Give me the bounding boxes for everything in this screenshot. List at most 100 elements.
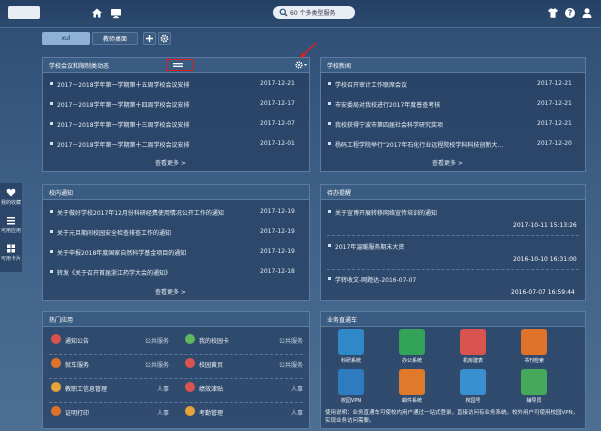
item-title[interactable]: 2017年温暖服务期末大资 xyxy=(335,242,404,251)
item-title[interactable]: 关于做好学校2017年12月份科研经费使用情况公开工作的通知 xyxy=(57,208,224,217)
list-item[interactable]: 学校召开审计工作联席会议 2017-12-21 xyxy=(321,79,585,89)
monitor-icon[interactable] xyxy=(110,7,122,19)
office-icon xyxy=(399,329,425,355)
app-item[interactable]: 绩效津贴 人事 xyxy=(185,382,303,394)
list-item[interactable]: 2017－2018学年第一学期第十二周学校会议安排 2017-12-01 xyxy=(43,139,309,149)
item-title[interactable]: 2017－2018学年第一学期第十三周学校会议安排 xyxy=(57,120,190,129)
app-item[interactable]: 我的校园卡 公共服务 xyxy=(185,334,303,346)
notices-panel: 校内通知 关于做好学校2017年12月份科研经费使用情况公开工作的通知 2017-… xyxy=(42,184,310,301)
research-icon xyxy=(338,329,364,355)
plus-icon xyxy=(146,35,153,42)
item-title[interactable]: 2017－2018学年第一学期第十二周学校会议安排 xyxy=(57,140,190,149)
app-name: 我的校园卡 xyxy=(199,338,230,345)
bullet xyxy=(50,210,53,213)
app-item[interactable]: 教职工信息管理 人事 xyxy=(51,382,169,394)
panel-header: 业务直通车 xyxy=(321,312,585,327)
item-title[interactable]: 杨码工程学院举行“2017年石化行业远程院校学科科技创新大... xyxy=(335,140,503,149)
bullet xyxy=(50,82,53,85)
panel-title: 学校会议和限制类动态 xyxy=(49,63,110,70)
item-title[interactable]: 学转收文-网题达-2016-07-07 xyxy=(335,275,416,284)
list-item[interactable]: 2017－2018学年第一学期第十三周学校会议安排 2017-12-07 xyxy=(43,119,309,129)
list-item[interactable]: 2017年温暖服务期末大资 xyxy=(321,241,585,251)
sidebar-item-available-apps[interactable]: 可用应用 xyxy=(0,216,22,234)
sidebar-item-favorites[interactable]: 我的收藏 xyxy=(0,188,22,206)
item-title[interactable]: 转发《关于召开首届浙江药学大会的通知》 xyxy=(57,268,171,277)
car-icon xyxy=(51,358,61,368)
clock-icon xyxy=(185,406,195,416)
item-title[interactable]: 关于宣博开展转移网络宣传培训的通知 xyxy=(335,208,437,217)
app-name: 通知公告 xyxy=(65,338,90,345)
app-item[interactable]: 就车服务 公共服务 xyxy=(51,358,169,370)
tile-label: 校园号 xyxy=(465,398,481,404)
view-more-link[interactable]: 查看更多 > xyxy=(432,158,463,167)
list-item[interactable]: 关于元旦期间校园安全检查排查工作的通知 2017-12-19 xyxy=(43,227,309,237)
express-tile[interactable]: 办公系统 xyxy=(392,329,432,364)
search-label: 60 个多类型服务 xyxy=(290,10,336,17)
user-icon[interactable] xyxy=(581,7,593,19)
app-item[interactable]: 证明打印 人事 xyxy=(51,406,169,418)
home-icon[interactable] xyxy=(91,7,103,19)
item-title[interactable]: 2017－2018学年第一学期第十五周学校会议安排 xyxy=(57,80,190,89)
express-tile[interactable]: 邮件系统 xyxy=(392,369,432,404)
list-item[interactable]: 2017－2018学年第一学期第十四周学校会议安排 2017-12-17 xyxy=(43,99,309,109)
item-date: 2017-12-20 xyxy=(537,140,572,147)
notice-icon xyxy=(51,334,61,344)
list-item[interactable]: 关于做好学校2017年12月份科研经费使用情况公开工作的通知 2017-12-19 xyxy=(43,207,309,217)
bullet xyxy=(50,122,53,125)
item-title[interactable]: 关于元旦期间校园安全检查排查工作的通知 xyxy=(57,228,171,237)
item-title[interactable]: 2017－2018学年第一学期第十四周学校会议安排 xyxy=(57,100,190,109)
gear-icon xyxy=(160,34,169,43)
tab-settings-button[interactable] xyxy=(158,32,171,45)
view-more-link[interactable]: 查看更多 > xyxy=(155,287,186,296)
item-date: 2017-12-19 xyxy=(260,228,295,235)
list-item[interactable]: 关于申报2018年度国家自然科学基金项目的通知 2017-12-19 xyxy=(43,247,309,257)
panel-header: 校内通知 xyxy=(43,185,309,200)
express-tile[interactable]: 校园号 xyxy=(453,369,493,404)
counselor-icon xyxy=(521,369,547,395)
help-icon[interactable]: ? xyxy=(564,7,576,19)
item-date: 2016-10-10 16:31:00 xyxy=(513,256,577,263)
view-more-link[interactable]: 查看更多 > xyxy=(155,158,186,167)
left-sidebar: 我的收藏 可用应用 可用卡片 xyxy=(0,183,22,272)
item-title[interactable]: 学校召开审计工作联席会议 xyxy=(335,80,407,89)
list-item[interactable]: 我校获得宁波市第四届社会科学研究奖项 2017-12-21 xyxy=(321,119,585,129)
sidebar-item-available-cards[interactable]: 可用卡片 xyxy=(0,244,22,262)
app-category: 人事 xyxy=(156,386,169,393)
sidebar-item-label: 可用卡片 xyxy=(0,256,21,262)
panel-settings-icon[interactable] xyxy=(294,60,309,70)
tile-label: 机房建表 xyxy=(462,358,483,364)
print-icon xyxy=(51,406,61,416)
express-tile[interactable]: 机房建表 xyxy=(453,329,493,364)
list-item[interactable]: 学转收文-网题达-2016-07-07 xyxy=(321,274,585,284)
tshirt-icon[interactable] xyxy=(547,7,559,19)
item-date: 2017-12-21 xyxy=(537,100,572,107)
item-title[interactable]: 关于申报2018年度国家自然科学基金项目的通知 xyxy=(57,248,186,257)
panel-title: 校内通知 xyxy=(49,190,74,197)
bullet xyxy=(50,250,53,253)
list-item[interactable]: 关于宣博开展转移网络宣传培训的通知 xyxy=(321,207,585,217)
book-icon xyxy=(185,358,195,368)
service-search[interactable]: 60 个多类型服务 xyxy=(273,6,355,19)
tab-teacher-desktop[interactable]: 教师桌面 xyxy=(92,32,138,45)
app-item[interactable]: 校园黄页 公共服务 xyxy=(185,358,303,370)
express-tile[interactable]: 校园VPN xyxy=(331,369,371,404)
app-item[interactable]: 通知公告 公共服务 xyxy=(51,334,169,346)
list-item[interactable]: 2017－2018学年第一学期第十五周学校会议安排 2017-12-21 xyxy=(43,79,309,89)
item-date: 2016-07-07 16:59:44 xyxy=(511,289,575,296)
add-tab-button[interactable] xyxy=(143,32,156,45)
divider xyxy=(327,235,579,236)
express-tile[interactable]: 辅导员 xyxy=(514,369,554,404)
item-title[interactable]: 我校获得宁波市第四届社会科学研究奖项 xyxy=(335,120,443,129)
staff-icon xyxy=(51,382,61,392)
list-item[interactable]: 转发《关于召开首届浙江药学大会的通知》 2017-12-18 xyxy=(43,267,309,277)
bonus-icon xyxy=(185,382,195,392)
express-tile[interactable]: 科研系统 xyxy=(331,329,371,364)
app-item[interactable]: 考勤管理 人事 xyxy=(185,406,303,418)
list-item[interactable]: 杨码工程学院举行“2017年石化行业远程院校学科科技创新大... 2017-12-… xyxy=(321,139,585,149)
item-title[interactable]: 市安委局对我校进行2017年度普查考核 xyxy=(335,100,440,109)
list-item[interactable]: 市安委局对我校进行2017年度普查考核 2017-12-21 xyxy=(321,99,585,109)
express-tile[interactable]: 书刊检索 xyxy=(514,329,554,364)
item-date: 2017-12-21 xyxy=(260,80,295,87)
divider xyxy=(327,269,579,270)
tab-xul[interactable]: xul xyxy=(42,32,90,45)
